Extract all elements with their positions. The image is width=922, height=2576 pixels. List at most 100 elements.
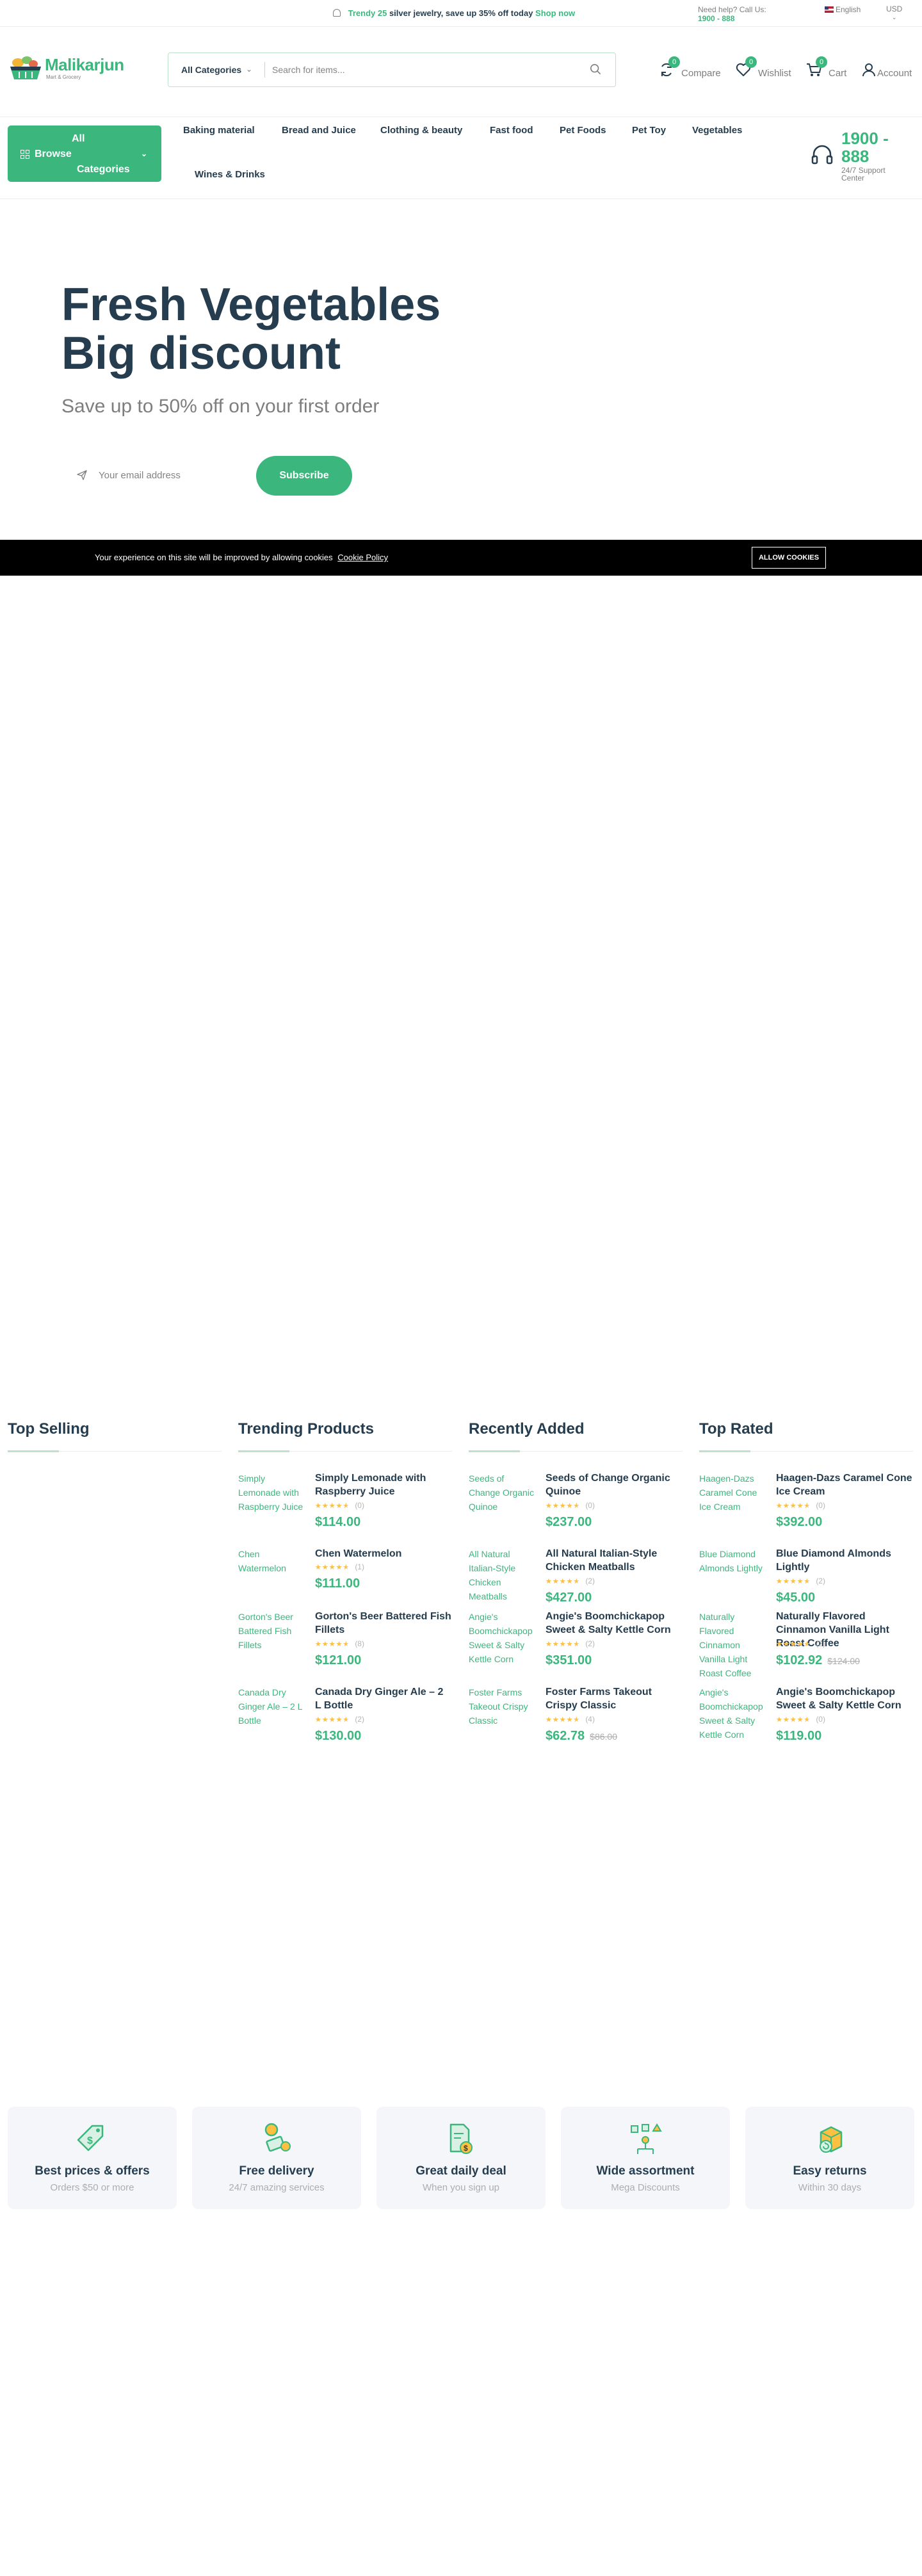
feature-subtitle: 24/7 amazing services [229, 2182, 325, 2193]
product-image[interactable]: Gorton's Beer Battered Fish Fillets [238, 1610, 305, 1652]
browse-label-2: Browse [35, 149, 72, 159]
product-name[interactable]: Blue Diamond Almonds Lightly [776, 1547, 913, 1574]
product-name[interactable]: Seeds of Change Organic Quinoe [546, 1471, 683, 1498]
product-image[interactable]: All Natural Italian-Style Chicken Meatba… [469, 1547, 535, 1603]
feature-title: Easy returns [793, 2164, 867, 2178]
nav-item-baking-material[interactable]: Baking material [183, 125, 255, 136]
search-input[interactable] [272, 61, 560, 79]
headphones-icon [811, 145, 833, 165]
cart-button[interactable]: 0 Cart [805, 56, 857, 82]
feature-title: Wide assortment [596, 2164, 695, 2178]
star-rating-icon: ★★★★★★★★★★ [776, 1578, 811, 1585]
cookie-policy-link[interactable]: Cookie Policy [337, 553, 388, 562]
product-rating: ★★★★★★★★★★ (2) [776, 1639, 825, 1648]
product-name[interactable]: Angie's Boomchickapop Sweet & Salty Kett… [776, 1685, 913, 1712]
product-image[interactable]: Simply Lemonade with Raspberry Juice [238, 1471, 305, 1514]
site-logo[interactable]: Malikarjun Mart & Grocery [8, 51, 129, 87]
product-name[interactable]: Canada Dry Ginger Ale – 2 L Bottle [315, 1685, 452, 1712]
logo-tagline: Mart & Grocery [46, 74, 81, 80]
product-image[interactable]: Angie's Boomchickapop Sweet & Salty Kett… [699, 1685, 766, 1742]
title-underline [699, 1450, 750, 1452]
nav-item-pet-foods[interactable]: Pet Foods [560, 125, 606, 136]
nav-item-bread-and-juice[interactable]: Bread and Juice [282, 125, 356, 136]
review-count: (2) [816, 1639, 825, 1648]
cookie-text: Your experience on this site will be imp… [95, 553, 333, 562]
star-rating-icon: ★★★★★★★★★★ [315, 1502, 350, 1510]
product-name[interactable]: Gorton's Beer Battered Fish Fillets [315, 1610, 452, 1637]
product-rating: ★★★★★★★★★★ (2) [776, 1576, 825, 1585]
product-price: $111.00 [315, 1576, 360, 1591]
top-bar: Trendy 25 silver jewelry, save up 35% of… [0, 0, 922, 27]
nav-item-wines-drinks[interactable]: Wines & Drinks [195, 169, 265, 180]
review-count: (2) [585, 1576, 595, 1585]
product-image[interactable]: Angie's Boomchickapop Sweet & Salty Kett… [469, 1610, 535, 1666]
search-category-select[interactable]: All Categories [181, 65, 241, 75]
compare-button[interactable]: 0 Compare [658, 56, 725, 82]
browse-categories-button[interactable]: All Browse Categories ⌄ [8, 126, 161, 182]
newsletter-email-input[interactable] [99, 466, 265, 484]
grid-icon [20, 150, 29, 159]
compare-count-badge: 0 [668, 56, 680, 68]
review-count: (0) [816, 1715, 825, 1724]
search-icon[interactable] [590, 63, 601, 75]
title-underline [238, 1450, 289, 1452]
nav-item-fast-food[interactable]: Fast food [490, 125, 533, 136]
subscribe-button[interactable]: Subscribe [256, 456, 352, 496]
feature-card: $ Best prices & offers Orders $50 or more [8, 2107, 177, 2209]
product-image[interactable]: Chen Watermelon [238, 1547, 305, 1575]
help-contact: Need help? Call Us: 1900 - 888 [698, 5, 775, 23]
nav-item-pet-toy[interactable]: Pet Toy [632, 125, 666, 136]
support-number[interactable]: 1900 - 888 [841, 129, 912, 165]
compare-label: Compare [681, 68, 721, 79]
product-name[interactable]: Foster Farms Takeout Crispy Classic [546, 1685, 683, 1712]
feature-card: Easy returns Within 30 days [745, 2107, 914, 2209]
review-count: (8) [355, 1639, 364, 1648]
product-rating: ★★★★★★★★★★ (2) [315, 1715, 364, 1724]
current-price: $427.00 [546, 1591, 592, 1605]
shop-now-link[interactable]: Shop now [535, 8, 575, 18]
product-image[interactable]: Foster Farms Takeout Crispy Classic [469, 1685, 535, 1728]
help-phone[interactable]: 1900 - 888 [698, 14, 734, 23]
product-name[interactable]: Haagen-Dazs Caramel Cone Ice Cream [776, 1471, 913, 1498]
current-price: $119.00 [776, 1729, 822, 1743]
feature-title: Free delivery [239, 2164, 314, 2178]
wishlist-button[interactable]: 0 Wishlist [735, 56, 799, 82]
product-image[interactable]: Naturally Flavored Cinnamon Vanilla Ligh… [699, 1610, 766, 1680]
star-rating-icon: ★★★★★★★★★★ [315, 1716, 350, 1724]
account-button[interactable]: Account [862, 59, 921, 82]
nav-item-clothing-beauty[interactable]: Clothing & beauty [380, 125, 462, 136]
current-price: $45.00 [776, 1591, 816, 1605]
star-rating-icon: ★★★★★★★★★★ [546, 1502, 581, 1510]
currency-selector[interactable]: USD ⌄ [886, 5, 902, 21]
language-selector[interactable]: English [825, 5, 861, 14]
product-image[interactable]: Seeds of Change Organic Quinoe [469, 1471, 535, 1514]
product-name[interactable]: Simply Lemonade with Raspberry Juice [315, 1471, 452, 1498]
promo-banner: Trendy 25 silver jewelry, save up 35% of… [333, 8, 575, 18]
account-label: Account [877, 68, 912, 79]
newsletter-form: Subscribe [61, 453, 356, 497]
review-count: (0) [585, 1501, 595, 1510]
price-tag-icon: $ [77, 2125, 104, 2151]
feature-card: Free delivery 24/7 amazing services [192, 2107, 361, 2209]
product-image[interactable]: Blue Diamond Almonds Lightly [699, 1547, 766, 1575]
language-label: English [836, 5, 861, 14]
title-underline [8, 1450, 59, 1452]
star-rating-icon: ★★★★★★★★★★ [776, 1640, 811, 1648]
review-count: (2) [585, 1639, 595, 1648]
cart-label: Cart [829, 68, 847, 79]
current-price: $237.00 [546, 1515, 592, 1529]
product-image[interactable]: Canada Dry Ginger Ale – 2 L Bottle [238, 1685, 305, 1728]
svg-text:$: $ [464, 2144, 468, 2153]
product-image[interactable]: Haagen-Dazs Caramel Cone Ice Cream [699, 1471, 766, 1514]
product-name[interactable]: All Natural Italian-Style Chicken Meatba… [546, 1547, 683, 1574]
support-contact: 1900 - 888 24/7 Support Center [811, 128, 919, 182]
product-name[interactable]: Chen Watermelon [315, 1547, 452, 1560]
chevron-down-icon: ⌄ [246, 65, 253, 74]
allow-cookies-button[interactable]: ALLOW COOKIES [752, 547, 826, 569]
current-price: $114.00 [315, 1515, 361, 1529]
review-count: (2) [816, 1576, 825, 1585]
nav-item-vegetables[interactable]: Vegetables [692, 125, 742, 136]
product-name[interactable]: Angie's Boomchickapop Sweet & Salty Kett… [546, 1610, 683, 1637]
product-rating: ★★★★★★★★★★ (2) [546, 1576, 595, 1585]
review-count: (4) [585, 1715, 595, 1724]
